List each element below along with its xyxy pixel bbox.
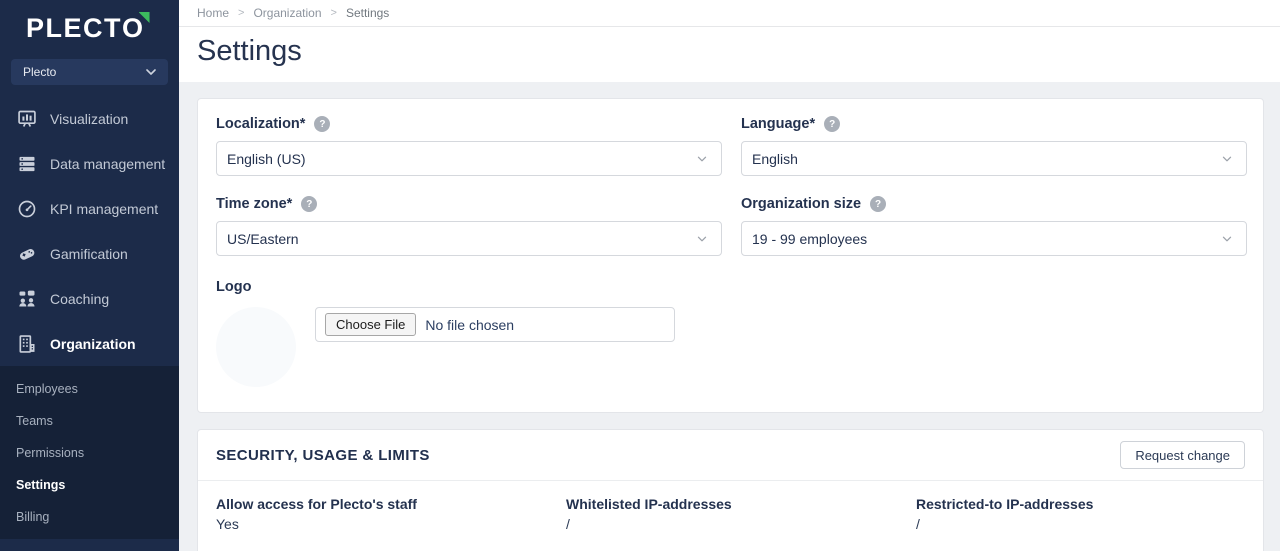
plecto-logo: PLECTO	[26, 13, 156, 43]
chevron-down-icon	[1222, 154, 1232, 164]
chevron-down-icon	[697, 234, 707, 244]
sidebar-item-visualization[interactable]: Visualization	[0, 96, 179, 141]
security-fields: Allow access for Plecto's staff Yes Whit…	[198, 481, 1263, 532]
chevron-down-icon	[146, 67, 156, 77]
sidebar-item-label: Data management	[50, 156, 165, 172]
logo-upload-section: Logo Choose File No file chosen	[216, 278, 1245, 387]
coaching-icon	[16, 288, 37, 309]
logo-file-input[interactable]: Choose File No file chosen	[315, 307, 675, 342]
visualization-icon	[16, 108, 37, 129]
field-timezone: Time zone* ? US/Eastern	[216, 196, 722, 256]
security-header: SECURITY, USAGE & LIMITS Request change	[198, 430, 1263, 481]
help-icon[interactable]: ?	[824, 116, 840, 132]
field-language: Language* ? English	[741, 116, 1247, 176]
main-content: Home > Organization > Settings Settings …	[179, 0, 1280, 551]
organization-submenu: Employees Teams Permissions Settings Bil…	[0, 366, 179, 539]
submenu-item-label: Employees	[16, 382, 78, 396]
sidebar: PLECTO Plecto Visualization Data managem…	[0, 0, 179, 551]
submenu-item-permissions[interactable]: Permissions	[0, 437, 179, 469]
request-change-button[interactable]: Request change	[1120, 441, 1245, 469]
help-icon[interactable]: ?	[301, 196, 317, 212]
logo-label: Logo	[216, 279, 251, 295]
field-localization: Localization* ? English (US)	[216, 116, 722, 176]
sidebar-item-label: Gamification	[50, 246, 128, 262]
whitelisted-ip-value: /	[566, 516, 916, 532]
breadcrumb-separator: >	[238, 7, 244, 19]
chevron-down-icon	[697, 154, 707, 164]
sidebar-item-gamification[interactable]: Gamification	[0, 231, 179, 276]
field-organization-size: Organization size ? 19 - 99 employees	[741, 196, 1247, 256]
help-icon[interactable]: ?	[314, 116, 330, 132]
language-select[interactable]: English	[741, 141, 1247, 176]
security-field-restricted-ip: Restricted-to IP-addresses /	[916, 496, 1245, 532]
organization-size-label: Organization size	[741, 196, 861, 212]
submenu-item-label: Permissions	[16, 446, 84, 460]
language-label: Language*	[741, 116, 815, 132]
sidebar-item-label: Coaching	[50, 291, 109, 307]
page-header: Settings	[179, 27, 1280, 82]
staff-access-label: Allow access for Plecto's staff	[216, 496, 566, 512]
timezone-label: Time zone*	[216, 196, 292, 212]
restricted-ip-label: Restricted-to IP-addresses	[916, 496, 1245, 512]
logo-text: PLECT	[26, 13, 122, 43]
language-value: English	[752, 151, 798, 167]
sidebar-item-organization[interactable]: Organization	[0, 321, 179, 366]
choose-file-button[interactable]: Choose File	[325, 313, 416, 336]
localization-value: English (US)	[227, 151, 306, 167]
settings-main: Localization* ? English (US) Language* ?…	[179, 82, 1280, 551]
submenu-item-teams[interactable]: Teams	[0, 405, 179, 437]
localization-label: Localization*	[216, 116, 305, 132]
organization-icon	[16, 333, 37, 354]
whitelisted-ip-label: Whitelisted IP-addresses	[566, 496, 916, 512]
submenu-item-billing[interactable]: Billing	[0, 501, 179, 533]
localization-select[interactable]: English (US)	[216, 141, 722, 176]
help-icon[interactable]: ?	[870, 196, 886, 212]
submenu-item-employees[interactable]: Employees	[0, 373, 179, 405]
general-settings-card: Localization* ? English (US) Language* ?…	[197, 98, 1264, 413]
submenu-item-label: Teams	[16, 414, 53, 428]
security-field-whitelisted-ip: Whitelisted IP-addresses /	[566, 496, 916, 532]
breadcrumb-separator: >	[331, 7, 337, 19]
submenu-item-settings[interactable]: Settings	[0, 469, 179, 501]
file-status-text: No file chosen	[425, 317, 514, 333]
breadcrumb: Home > Organization > Settings	[179, 0, 1280, 27]
timezone-value: US/Eastern	[227, 231, 299, 247]
sidebar-item-label: Visualization	[50, 111, 128, 127]
form-grid: Localization* ? English (US) Language* ?…	[216, 116, 1245, 276]
breadcrumb-settings: Settings	[346, 6, 389, 20]
logo-o: O	[122, 13, 145, 43]
submenu-item-label: Settings	[16, 478, 65, 492]
organization-selector[interactable]: Plecto	[11, 59, 168, 85]
sidebar-item-label: Organization	[50, 336, 136, 352]
sidebar-item-data-management[interactable]: Data management	[0, 141, 179, 186]
submenu-item-label: Billing	[16, 510, 49, 524]
kpi-management-icon	[16, 198, 37, 219]
staff-access-value: Yes	[216, 516, 566, 532]
organization-selector-value: Plecto	[23, 65, 56, 79]
security-card: SECURITY, USAGE & LIMITS Request change …	[197, 429, 1264, 551]
breadcrumb-home[interactable]: Home	[197, 6, 229, 20]
logo-preview-circle	[216, 307, 296, 387]
security-section-title: SECURITY, USAGE & LIMITS	[216, 447, 430, 464]
timezone-select[interactable]: US/Eastern	[216, 221, 722, 256]
gamification-icon	[16, 243, 37, 264]
breadcrumb-organization[interactable]: Organization	[253, 6, 321, 20]
sidebar-item-label: KPI management	[50, 201, 158, 217]
restricted-ip-value: /	[916, 516, 1245, 532]
page-title: Settings	[197, 35, 1280, 68]
sidebar-item-kpi-management[interactable]: KPI management	[0, 186, 179, 231]
data-management-icon	[16, 153, 37, 174]
sidebar-item-coaching[interactable]: Coaching	[0, 276, 179, 321]
organization-size-select[interactable]: 19 - 99 employees	[741, 221, 1247, 256]
sidebar-menu: Visualization Data management KPI manage…	[0, 96, 179, 366]
chevron-down-icon	[1222, 234, 1232, 244]
organization-size-value: 19 - 99 employees	[752, 231, 867, 247]
security-field-staff-access: Allow access for Plecto's staff Yes	[216, 496, 566, 532]
